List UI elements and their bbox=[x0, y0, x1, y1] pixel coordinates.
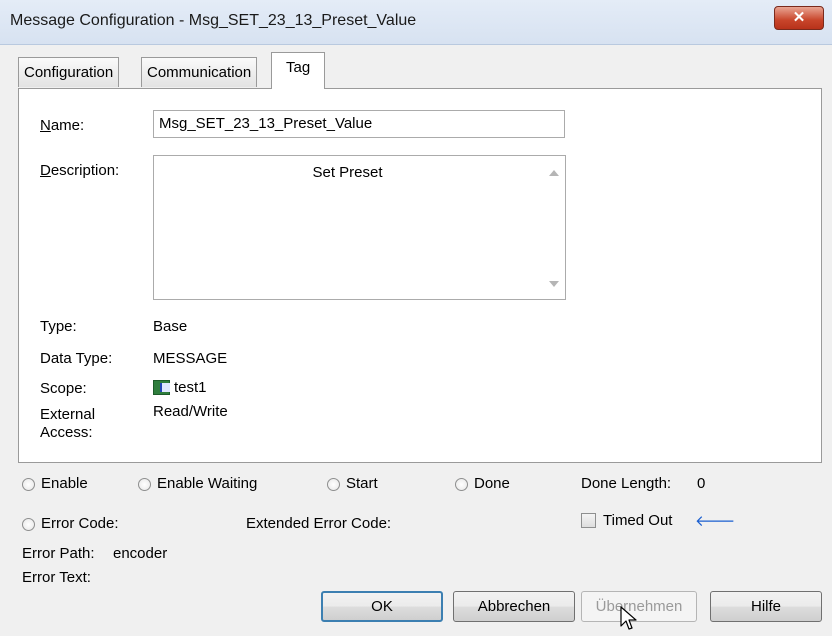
done-label: Done bbox=[474, 475, 510, 492]
title-bar: Message Configuration - Msg_SET_23_13_Pr… bbox=[0, 0, 832, 45]
start-label: Start bbox=[346, 475, 378, 492]
scope-value: test1 bbox=[174, 379, 207, 396]
name-label: Name: bbox=[40, 117, 85, 134]
description-text: Set Preset bbox=[312, 164, 383, 181]
description-label: Description: bbox=[40, 162, 120, 179]
done-length-label: Done Length: bbox=[581, 475, 672, 492]
help-button[interactable]: Hilfe bbox=[710, 591, 822, 622]
enable-waiting-indicator bbox=[138, 478, 151, 491]
external-access-value: Read/Write bbox=[153, 403, 228, 420]
done-length-value: 0 bbox=[697, 475, 706, 492]
done-indicator bbox=[455, 478, 468, 491]
description-scrollbar[interactable] bbox=[543, 156, 565, 299]
data-type-value: MESSAGE bbox=[153, 350, 228, 367]
error-code-indicator bbox=[22, 518, 35, 531]
description-field[interactable]: Set Preset bbox=[153, 155, 566, 300]
error-text-label: Error Text: bbox=[22, 569, 91, 586]
enable-label: Enable bbox=[41, 475, 88, 492]
scope-label: Scope: bbox=[40, 380, 87, 397]
timed-out-checkbox bbox=[581, 513, 596, 528]
external-access-label-line1: External bbox=[40, 406, 96, 423]
error-path-label: Error Path: bbox=[22, 545, 95, 562]
data-type-label: Data Type: bbox=[40, 350, 113, 367]
error-path-value: encoder bbox=[113, 545, 168, 562]
tab-communication[interactable]: Communication bbox=[141, 57, 258, 87]
mouse-cursor-icon bbox=[620, 606, 637, 630]
name-field[interactable]: Msg_SET_23_13_Preset_Value bbox=[153, 110, 565, 138]
tab-configuration[interactable]: Configuration bbox=[18, 57, 120, 87]
type-label: Type: bbox=[40, 318, 77, 335]
tab-configuration-label: Configuration bbox=[24, 64, 114, 81]
close-icon: ✕ bbox=[792, 9, 806, 26]
arrow-left-icon: 🡐 bbox=[695, 513, 736, 530]
type-value: Base bbox=[153, 318, 188, 335]
enable-waiting-label: Enable Waiting bbox=[157, 475, 258, 492]
tab-communication-label: Communication bbox=[147, 64, 252, 81]
error-code-label: Error Code: bbox=[41, 515, 119, 532]
controller-icon bbox=[153, 380, 170, 395]
close-button[interactable]: ✕ bbox=[774, 6, 824, 30]
tab-tag[interactable]: Tag bbox=[271, 52, 326, 89]
extended-error-code-label: Extended Error Code: bbox=[246, 515, 392, 532]
cancel-button[interactable]: Abbrechen bbox=[453, 591, 575, 622]
ok-button[interactable]: OK bbox=[321, 591, 443, 622]
scroll-up-icon[interactable] bbox=[549, 170, 559, 176]
timed-out-label: Timed Out bbox=[603, 512, 673, 529]
enable-indicator bbox=[22, 478, 35, 491]
scroll-down-icon[interactable] bbox=[549, 281, 559, 287]
tab-tag-label: Tag bbox=[286, 59, 311, 76]
start-indicator bbox=[327, 478, 340, 491]
external-access-label-line2: Access: bbox=[40, 424, 93, 441]
window-title: Message Configuration - Msg_SET_23_13_Pr… bbox=[10, 12, 417, 29]
